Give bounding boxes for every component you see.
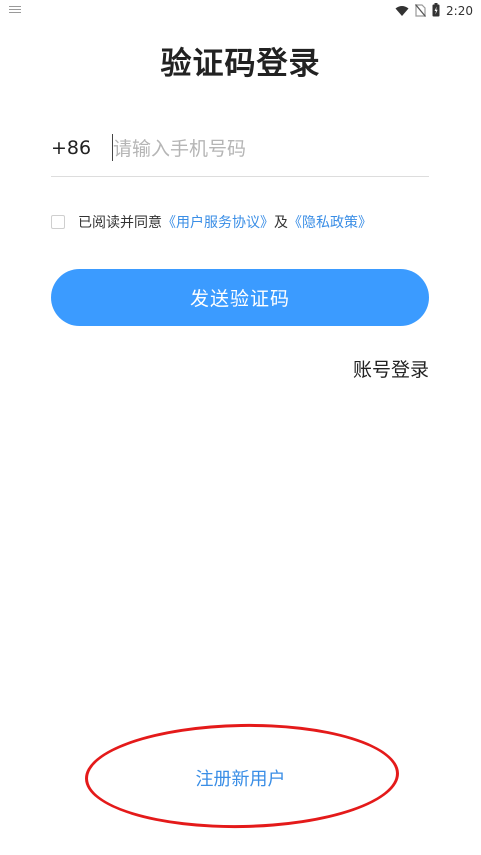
notification-icon	[9, 6, 21, 15]
country-code[interactable]: +86	[51, 137, 91, 159]
wifi-icon	[395, 2, 409, 21]
page-title: 验证码登录	[160, 46, 321, 82]
status-bar: 2:20	[0, 0, 481, 22]
privacy-link[interactable]: 《隐私政策》	[288, 212, 372, 232]
battery-charging-icon	[432, 2, 440, 21]
account-login-link[interactable]: 账号登录	[353, 355, 429, 382]
agreement-row: 已阅读并同意 《用户服务协议》 及 《隐私政策》	[51, 212, 372, 232]
agreement-connector: 及	[274, 215, 288, 231]
send-code-button[interactable]: 发送验证码	[51, 269, 429, 326]
agreement-checkbox[interactable]	[51, 215, 65, 229]
agreement-prefix: 已阅读并同意	[78, 215, 162, 231]
annotation-circle	[84, 721, 400, 831]
no-sim-icon	[415, 2, 427, 21]
phone-input[interactable]	[113, 132, 413, 166]
status-icons: 2:20	[395, 2, 473, 21]
status-time: 2:20	[446, 4, 473, 18]
terms-link[interactable]: 《用户服务协议》	[162, 212, 274, 232]
phone-row: +86	[51, 128, 429, 177]
